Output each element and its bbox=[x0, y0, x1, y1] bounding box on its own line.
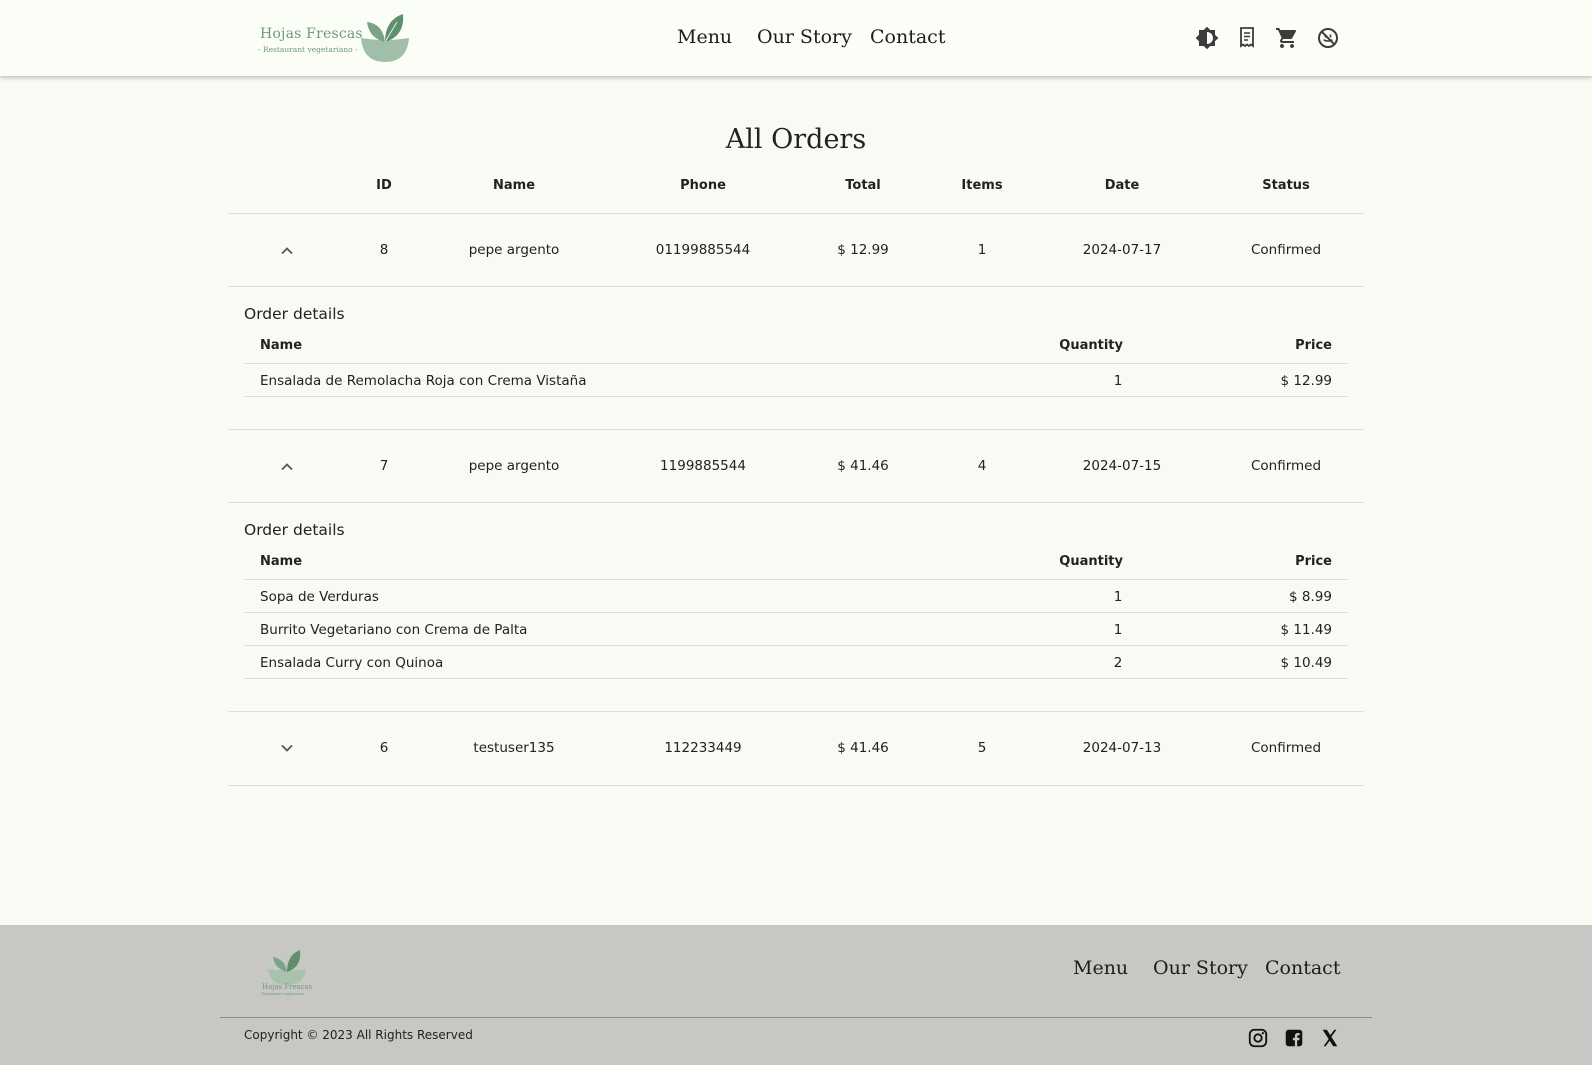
item-name: Ensalada Curry con Quinoa bbox=[260, 655, 444, 671]
column-header-phone: Phone bbox=[680, 178, 726, 193]
order-items: 5 bbox=[977, 740, 987, 756]
order-date: 2024-07-17 bbox=[1082, 242, 1162, 258]
brand-logo[interactable]: Hojas Frescas - Restaurant vegetariano - bbox=[255, 12, 415, 64]
footer-brand-tagline: Restaurant vegetariano bbox=[262, 992, 304, 996]
copyright-text: Copyright © 2023 All Rights Reserved bbox=[244, 1028, 473, 1042]
footer-nav-menu[interactable]: Menu bbox=[1073, 957, 1128, 979]
order-total: $ 41.46 bbox=[837, 740, 889, 756]
footer-nav-contact[interactable]: Contact bbox=[1265, 957, 1340, 979]
x-icon[interactable] bbox=[1319, 1027, 1341, 1049]
expand-row-chevron-down-icon[interactable] bbox=[275, 736, 299, 760]
order-name: pepe argento bbox=[468, 242, 560, 258]
page-title: All Orders bbox=[725, 124, 867, 155]
details-header-price: Price bbox=[1295, 554, 1332, 569]
order-phone: 1199885544 bbox=[660, 458, 746, 474]
item-quantity: 2 bbox=[1113, 655, 1123, 671]
divider bbox=[228, 711, 1364, 712]
divider bbox=[228, 502, 1364, 503]
divider bbox=[244, 579, 1348, 580]
instagram-icon[interactable] bbox=[1247, 1027, 1269, 1049]
nav-menu[interactable]: Menu bbox=[677, 26, 732, 48]
divider bbox=[244, 363, 1348, 364]
item-price: $ 8.99 bbox=[1289, 589, 1332, 605]
collapse-row-chevron-up-icon[interactable] bbox=[275, 455, 299, 479]
column-header-id: ID bbox=[376, 178, 392, 193]
order-status: Confirmed bbox=[1250, 458, 1322, 474]
column-header-date: Date bbox=[1104, 178, 1140, 193]
item-price: $ 11.49 bbox=[1280, 622, 1332, 638]
divider bbox=[244, 612, 1348, 613]
nav-contact[interactable]: Contact bbox=[870, 26, 945, 48]
divider bbox=[228, 429, 1364, 430]
order-date: 2024-07-15 bbox=[1082, 458, 1162, 474]
brand-name: Hojas Frescas bbox=[260, 26, 363, 42]
divider bbox=[228, 213, 1364, 214]
theme-toggle-icon[interactable] bbox=[1195, 26, 1219, 50]
order-phone: 112233449 bbox=[664, 740, 742, 756]
column-header-items: Items bbox=[961, 178, 1003, 193]
order-phone: 01199885544 bbox=[655, 242, 751, 258]
nav-our-story[interactable]: Our Story bbox=[757, 26, 852, 48]
leaf-bowl-logo-icon bbox=[361, 14, 409, 62]
order-total: $ 12.99 bbox=[837, 242, 889, 258]
item-name: Ensalada de Remolacha Roja con Crema Vis… bbox=[260, 373, 587, 389]
item-price: $ 10.49 bbox=[1280, 655, 1332, 671]
column-header-total: Total bbox=[845, 178, 881, 193]
item-quantity: 1 bbox=[1113, 373, 1123, 389]
item-quantity: 1 bbox=[1113, 589, 1123, 605]
leaf-bowl-logo-icon bbox=[268, 950, 306, 985]
order-name: testuser135 bbox=[473, 740, 555, 756]
collapse-row-chevron-up-icon[interactable] bbox=[275, 239, 299, 263]
order-date: 2024-07-13 bbox=[1082, 740, 1162, 756]
order-name: pepe argento bbox=[468, 458, 560, 474]
divider bbox=[244, 678, 1348, 679]
order-total: $ 41.46 bbox=[837, 458, 889, 474]
site-header: Hojas Frescas - Restaurant vegetariano -… bbox=[0, 0, 1592, 76]
details-header-quantity: Quantity bbox=[1059, 338, 1123, 353]
column-header-name: Name bbox=[492, 178, 536, 193]
divider bbox=[244, 396, 1348, 397]
brand-tagline: - Restaurant vegetariano - bbox=[258, 45, 358, 54]
facebook-icon[interactable] bbox=[1283, 1027, 1305, 1049]
item-name: Burrito Vegetariano con Crema de Palta bbox=[260, 622, 528, 638]
item-name: Sopa de Verduras bbox=[260, 589, 379, 605]
footer-brand-name: Hojas Frescas bbox=[262, 983, 313, 991]
footer-logo[interactable]: Hojas Frescas Restaurant vegetariano bbox=[262, 947, 312, 997]
logout-icon[interactable] bbox=[1316, 26, 1340, 50]
order-id: 7 bbox=[379, 458, 389, 474]
column-header-status: Status bbox=[1262, 178, 1310, 193]
details-header-price: Price bbox=[1295, 338, 1332, 353]
order-status: Confirmed bbox=[1250, 740, 1322, 756]
order-id: 6 bbox=[379, 740, 389, 756]
divider bbox=[228, 286, 1364, 287]
order-items: 1 bbox=[977, 242, 987, 258]
details-header-quantity: Quantity bbox=[1059, 554, 1123, 569]
order-status: Confirmed bbox=[1250, 242, 1322, 258]
order-details-title: Order details bbox=[244, 521, 345, 539]
item-quantity: 1 bbox=[1113, 622, 1123, 638]
details-header-name: Name bbox=[260, 338, 303, 353]
order-items: 4 bbox=[977, 458, 987, 474]
footer-divider bbox=[220, 1017, 1372, 1018]
item-price: $ 12.99 bbox=[1280, 373, 1332, 389]
receipt-icon[interactable] bbox=[1235, 26, 1259, 50]
divider bbox=[228, 785, 1364, 786]
order-id: 8 bbox=[379, 242, 389, 258]
details-header-name: Name bbox=[260, 554, 303, 569]
cart-icon[interactable] bbox=[1275, 26, 1299, 50]
footer-nav-our-story[interactable]: Our Story bbox=[1153, 957, 1248, 979]
divider bbox=[244, 645, 1348, 646]
order-details-title: Order details bbox=[244, 305, 345, 323]
site-footer: Hojas Frescas Restaurant vegetariano Men… bbox=[0, 925, 1592, 1065]
